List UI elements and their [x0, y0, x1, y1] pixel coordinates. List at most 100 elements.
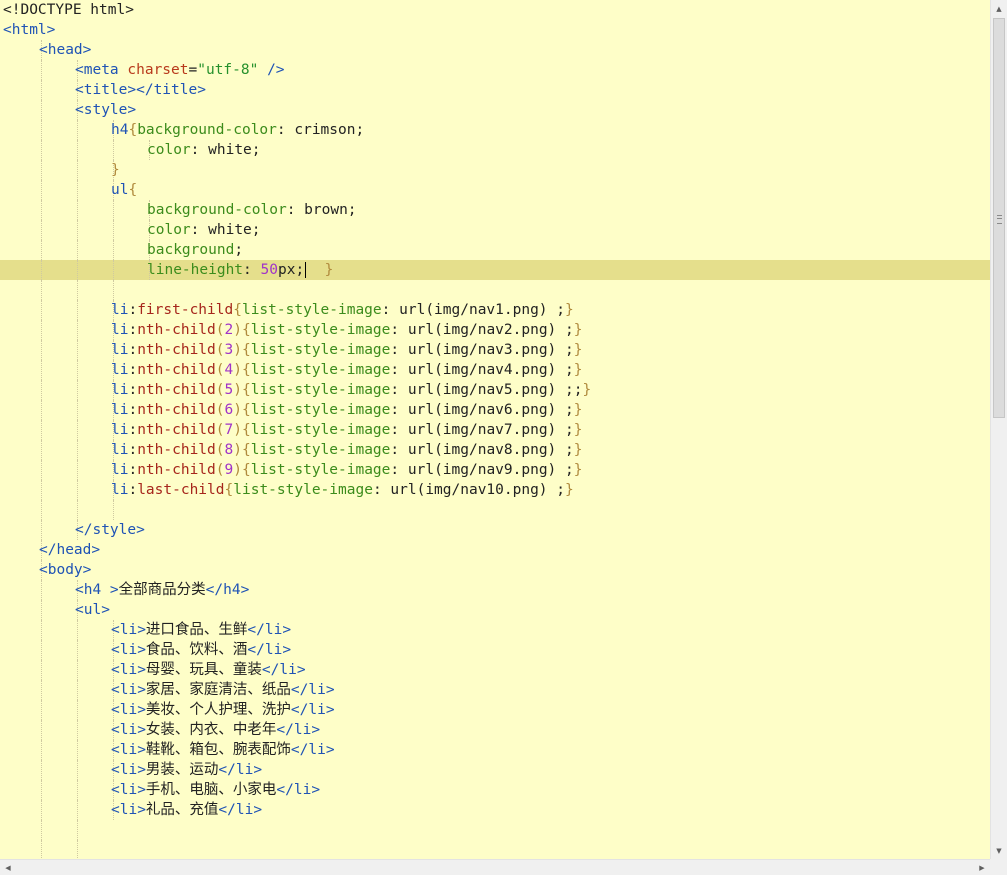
code-line[interactable]: </head>: [0, 540, 990, 560]
code-line[interactable]: line-height: 50px; }: [0, 260, 990, 280]
code-line[interactable]: </style>: [0, 520, 990, 540]
indent-guide: [77, 220, 78, 240]
code-line[interactable]: <body>: [0, 560, 990, 580]
code-line[interactable]: <li>食品、饮料、酒</li>: [0, 640, 990, 660]
code-token: }: [307, 262, 334, 278]
code-line[interactable]: li:nth-child(8){list-style-image: url(im…: [0, 440, 990, 460]
code-line[interactable]: li:nth-child(4){list-style-image: url(im…: [0, 360, 990, 380]
code-token: {: [241, 422, 251, 438]
code-line[interactable]: <html>: [0, 20, 990, 40]
code-token: :: [390, 402, 408, 418]
indent-guide: [113, 220, 114, 240]
code-token: li: [111, 302, 129, 318]
code-line[interactable]: li:nth-child(6){list-style-image: url(im…: [0, 400, 990, 420]
scroll-up-icon[interactable]: ▲: [991, 0, 1007, 17]
indent-guide: [41, 700, 42, 720]
code-line[interactable]: <li>家居、家庭清洁、纸品</li>: [0, 680, 990, 700]
code-line[interactable]: li:last-child{list-style-image: url(img/…: [0, 480, 990, 500]
code-token: }: [573, 422, 583, 438]
code-token: url(img/nav3.png) ;: [407, 342, 574, 358]
code-line[interactable]: <head>: [0, 40, 990, 60]
code-line[interactable]: h4{background-color: crimson;: [0, 120, 990, 140]
indent-guide: [41, 780, 42, 800]
vertical-scrollbar[interactable]: ▲ ▼: [990, 0, 1007, 859]
code-line[interactable]: <li>手机、电脑、小家电</li>: [0, 780, 990, 800]
code-line-content: <li>食品、饮料、酒</li>: [111, 640, 291, 660]
code-line[interactable]: li:nth-child(9){list-style-image: url(im…: [0, 460, 990, 480]
code-line[interactable]: <li>男装、运动</li>: [0, 760, 990, 780]
code-line[interactable]: li:first-child{list-style-image: url(img…: [0, 300, 990, 320]
code-line-content: li:nth-child(4){list-style-image: url(im…: [111, 360, 582, 380]
indent-guide: [77, 720, 78, 740]
code-line[interactable]: <ul>: [0, 600, 990, 620]
code-token: ;: [234, 242, 244, 258]
code-lines: <!DOCTYPE html> <html> <head> <meta charset…: [0, 0, 990, 859]
code-line[interactable]: li:nth-child(7){list-style-image: url(im…: [0, 420, 990, 440]
indent-guide: [77, 440, 78, 460]
indent-guide: [77, 620, 78, 640]
code-line[interactable]: background-color: brown;: [0, 200, 990, 220]
code-line[interactable]: }: [0, 160, 990, 180]
horizontal-scrollbar[interactable]: ◀ ▶: [0, 859, 990, 875]
code-token: (: [215, 422, 225, 438]
code-line[interactable]: color: white;: [0, 140, 990, 160]
code-line[interactable]: <h4 >全部商品分类</h4>: [0, 580, 990, 600]
scroll-left-icon[interactable]: ◀: [0, 860, 16, 875]
code-token: list-style-image: [250, 322, 391, 338]
code-line[interactable]: li:nth-child(3){list-style-image: url(im…: [0, 340, 990, 360]
code-line[interactable]: <style>: [0, 100, 990, 120]
indent-guide: [41, 180, 42, 200]
scroll-right-icon[interactable]: ▶: [974, 860, 990, 875]
indent-guide: [77, 140, 78, 160]
code-token: </head>: [39, 542, 101, 558]
code-line[interactable]: [0, 820, 990, 840]
code-line[interactable]: <li>鞋靴、箱包、腕表配饰</li>: [0, 740, 990, 760]
indent-guide: [77, 340, 78, 360]
code-token: 美妆、个人护理、洗护: [145, 702, 291, 718]
code-line-content: <body>: [39, 560, 91, 580]
code-line[interactable]: <li>美妆、个人护理、洗护</li>: [0, 700, 990, 720]
indent-guide: [41, 820, 42, 840]
code-token: 进口食品、生鲜: [145, 622, 248, 638]
code-line[interactable]: ul{: [0, 180, 990, 200]
code-token: url(img/nav10.png) ;: [390, 482, 566, 498]
code-line[interactable]: <meta charset="utf-8" />: [0, 60, 990, 80]
code-line[interactable]: <li>女装、内衣、中老年</li>: [0, 720, 990, 740]
code-line[interactable]: <!DOCTYPE html>: [0, 0, 990, 20]
scroll-down-icon[interactable]: ▼: [991, 842, 1007, 859]
code-line[interactable]: <title></title>: [0, 80, 990, 100]
code-line[interactable]: <li>礼品、充值</li>: [0, 800, 990, 820]
code-token: }: [111, 162, 120, 178]
code-token: </li>: [276, 722, 321, 738]
code-token: 2: [224, 322, 234, 338]
code-line[interactable]: <li>母婴、玩具、童装</li>: [0, 660, 990, 680]
vertical-scroll-thumb[interactable]: [993, 18, 1005, 418]
indent-guide: [77, 820, 78, 840]
code-token: {: [241, 382, 251, 398]
code-line[interactable]: color: white;: [0, 220, 990, 240]
code-line-content: <li>手机、电脑、小家电</li>: [111, 780, 320, 800]
code-token: <li>: [111, 742, 146, 758]
indent-guide: [41, 680, 42, 700]
code-token: }: [573, 402, 583, 418]
code-line[interactable]: <li>进口食品、生鲜</li>: [0, 620, 990, 640]
code-line-content: <li>女装、内衣、中老年</li>: [111, 720, 320, 740]
code-token: 手机、电脑、小家电: [145, 782, 277, 798]
code-line[interactable]: [0, 280, 990, 300]
code-line[interactable]: li:nth-child(2){list-style-image: url(im…: [0, 320, 990, 340]
indent-guide: [41, 320, 42, 340]
code-token: (: [215, 442, 225, 458]
indent-guide: [77, 460, 78, 480]
indent-guide: [41, 640, 42, 660]
code-line[interactable]: [0, 500, 990, 520]
code-token: ): [233, 462, 242, 478]
code-token: ): [233, 382, 242, 398]
code-token: </style>: [75, 522, 145, 538]
indent-guide: [41, 580, 42, 600]
indent-guide: [41, 240, 42, 260]
code-token: li: [111, 422, 129, 438]
code-editor[interactable]: <!DOCTYPE html> <html> <head> <meta charset…: [0, 0, 990, 859]
code-line[interactable]: li:nth-child(5){list-style-image: url(im…: [0, 380, 990, 400]
code-line[interactable]: [0, 840, 990, 859]
code-line[interactable]: background;: [0, 240, 990, 260]
